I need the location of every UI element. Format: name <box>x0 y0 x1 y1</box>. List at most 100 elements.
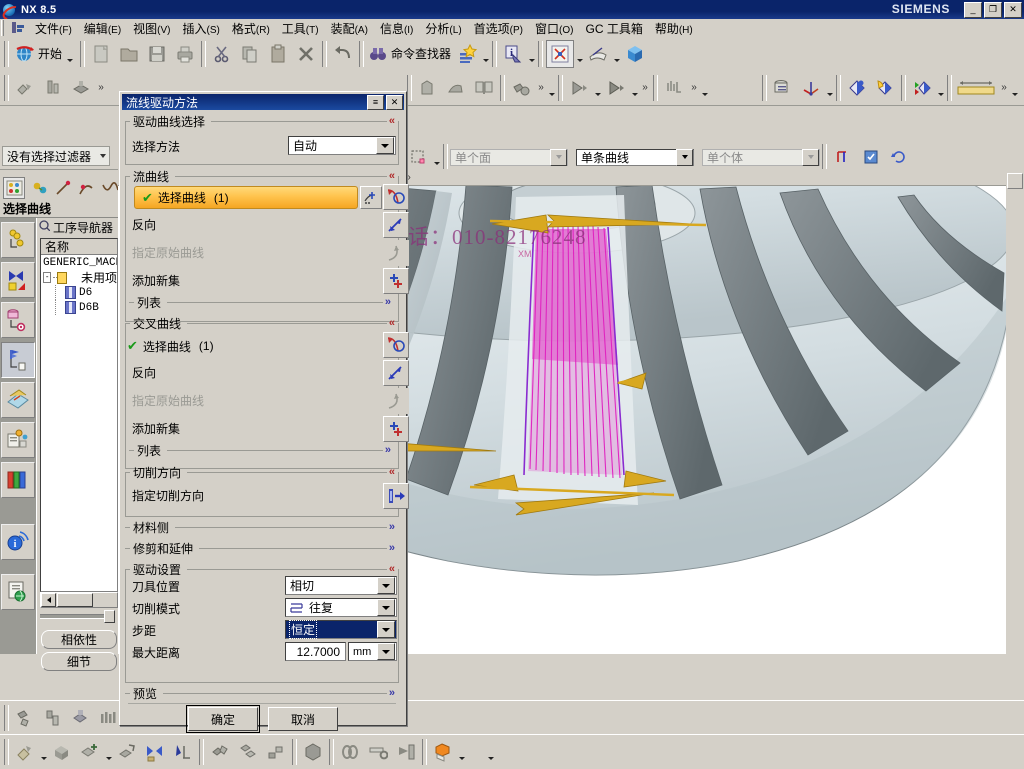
selection-rect-icon[interactable] <box>405 144 431 170</box>
csys-dropdown-arrow[interactable] <box>825 75 834 101</box>
highlighted-body-button[interactable] <box>430 739 456 765</box>
machining-dropdown-arrow[interactable] <box>547 75 556 101</box>
menu-drag-grip[interactable] <box>1 20 7 36</box>
flow-reverse-button[interactable] <box>383 212 409 238</box>
verify-dropdown-arrow[interactable] <box>630 75 639 101</box>
select-arc-icon[interactable] <box>77 178 95 198</box>
constraint-button[interactable] <box>170 739 196 765</box>
geometry-button-2[interactable] <box>443 75 469 101</box>
post-dropdown-arrow[interactable] <box>700 75 709 101</box>
dialog-menu-button[interactable]: ≡ <box>367 94 384 110</box>
feature-op-button-2[interactable] <box>40 705 66 731</box>
navigator-horizontal-scrollbar[interactable] <box>40 592 118 608</box>
rail-operation-navigator[interactable] <box>1 342 35 378</box>
menu-item-format[interactable]: 格式(R) <box>226 19 276 38</box>
snap-point-button[interactable] <box>830 144 856 170</box>
table-row[interactable]: GENERIC_MACH <box>41 255 117 270</box>
expand-chevron-icon[interactable]: » <box>389 688 399 699</box>
curve-scope-combo[interactable]: 单条曲线 <box>576 148 694 166</box>
save-button[interactable] <box>144 41 170 67</box>
selection-rect-dropdown[interactable] <box>432 144 441 170</box>
expand-chevron-icon[interactable]: » <box>385 297 395 308</box>
cancel-button[interactable]: 取消 <box>268 707 338 731</box>
wcs-dropdown-arrow[interactable] <box>575 41 584 67</box>
verify-toolpath-button[interactable] <box>603 75 629 101</box>
menu-item-edit[interactable]: 编辑(E) <box>78 19 127 38</box>
select-spline-icon[interactable] <box>101 178 119 198</box>
dialog-close-button[interactable]: ✕ <box>386 94 403 110</box>
chevron-down-icon[interactable] <box>802 148 819 166</box>
add-feature-dropdown[interactable] <box>104 739 113 765</box>
menu-item-assembly[interactable]: 装配(A) <box>325 19 374 38</box>
cross-origin-curve-button[interactable] <box>383 388 409 414</box>
undo-button[interactable] <box>330 41 356 67</box>
flow-select-curve-button[interactable]: ✔ 选择曲线 (1) <box>134 186 358 209</box>
toolbar-overflow-chevron-3[interactable]: » <box>639 82 651 93</box>
rail-roles-tab[interactable] <box>1 422 35 458</box>
highlighted-body-dropdown[interactable] <box>457 739 466 765</box>
table-row[interactable]: - 未用项 <box>41 270 117 285</box>
scroll-left-arrow[interactable] <box>41 593 56 607</box>
restore-button[interactable]: ❐ <box>984 2 1002 18</box>
chevron-down-icon[interactable] <box>676 148 693 166</box>
expand-chevron-icon[interactable]: » <box>389 522 399 533</box>
new-file-button[interactable] <box>88 41 114 67</box>
group-header-preview[interactable]: 预览 » <box>125 686 399 701</box>
role-star-button[interactable] <box>454 41 480 67</box>
group-header-cross-list[interactable]: 列表 » <box>129 443 395 458</box>
sketch-curve-dropdown[interactable] <box>39 739 48 765</box>
flow-add-selection-button[interactable] <box>360 186 382 209</box>
rail-system-materials[interactable] <box>1 462 35 498</box>
flow-add-new-set-button[interactable] <box>383 268 409 294</box>
mill-op-button-1[interactable] <box>12 75 38 101</box>
generate-toolpath-button[interactable] <box>566 75 592 101</box>
navigator-column-header[interactable]: 名称 <box>41 239 117 255</box>
visibility-dropdown-arrow[interactable] <box>936 75 945 101</box>
group-header-material-side[interactable]: 材料侧 » <box>125 520 399 535</box>
menu-item-tools[interactable]: 工具(T) <box>276 19 325 38</box>
cross-add-new-set-button[interactable] <box>383 416 409 442</box>
delete-button[interactable] <box>293 41 319 67</box>
cut-mode-combo[interactable]: 往复 <box>285 598 397 617</box>
chevron-down-icon[interactable] <box>377 643 395 660</box>
minimize-button[interactable]: _ <box>964 2 982 18</box>
chevron-down-icon[interactable] <box>377 599 395 616</box>
menu-item-gc-toolbox[interactable]: GC 工具箱 <box>579 19 648 38</box>
group-header-trim-extend[interactable]: 修剪和延伸 » <box>125 541 399 556</box>
body-scope-combo[interactable]: 单个体 <box>702 148 820 166</box>
menu-item-preferences[interactable]: 首选项(P) <box>468 19 529 38</box>
solid-body-button[interactable] <box>300 739 326 765</box>
render-style-button[interactable] <box>872 75 898 101</box>
ok-button[interactable]: 确定 <box>186 705 260 733</box>
info-button[interactable]: i <box>500 41 526 67</box>
graphics-scroll-up[interactable] <box>1007 173 1023 189</box>
navigator-tree[interactable]: 名称 GENERIC_MACH - 未用项 D6 D6B <box>40 238 118 592</box>
select-general-icon[interactable] <box>3 177 26 199</box>
expand-chevron-icon[interactable]: » <box>389 543 399 554</box>
start-dropdown-arrow[interactable] <box>65 41 74 67</box>
details-button[interactable]: 细节 <box>41 652 117 671</box>
selection-method-combo[interactable]: 自动 <box>288 136 396 155</box>
link-button[interactable] <box>337 739 363 765</box>
cut-button[interactable] <box>209 41 235 67</box>
visibility-button[interactable] <box>909 75 935 101</box>
menu-item-help[interactable]: 帮助(H) <box>649 19 699 38</box>
select-line-icon[interactable] <box>54 178 72 198</box>
solid-cube-button[interactable] <box>622 41 648 67</box>
specify-cut-direction-button[interactable] <box>383 483 409 509</box>
table-row[interactable]: D6B <box>41 300 117 315</box>
paste-button[interactable] <box>265 41 291 67</box>
measure-dropdown-arrow[interactable] <box>1010 75 1019 101</box>
command-finder-button[interactable]: 命令查找器 <box>366 41 453 67</box>
selection-filter-combo[interactable]: 没有选择过滤器 <box>2 146 110 166</box>
menu-item-insert[interactable]: 插入(S) <box>177 19 226 38</box>
operation-navigator-button[interactable] <box>770 75 796 101</box>
close-button[interactable]: ✕ <box>1004 2 1022 18</box>
tree-expander-icon[interactable]: - <box>43 272 52 283</box>
machining-button[interactable] <box>508 75 534 101</box>
rail-part-navigator[interactable] <box>1 302 35 338</box>
cross-reverse-button[interactable] <box>383 360 409 386</box>
expand-chevron-icon[interactable]: » <box>385 445 395 456</box>
flow-curve-select-icon-button[interactable] <box>383 184 409 210</box>
group-header-flow-list[interactable]: 列表 » <box>129 295 395 310</box>
